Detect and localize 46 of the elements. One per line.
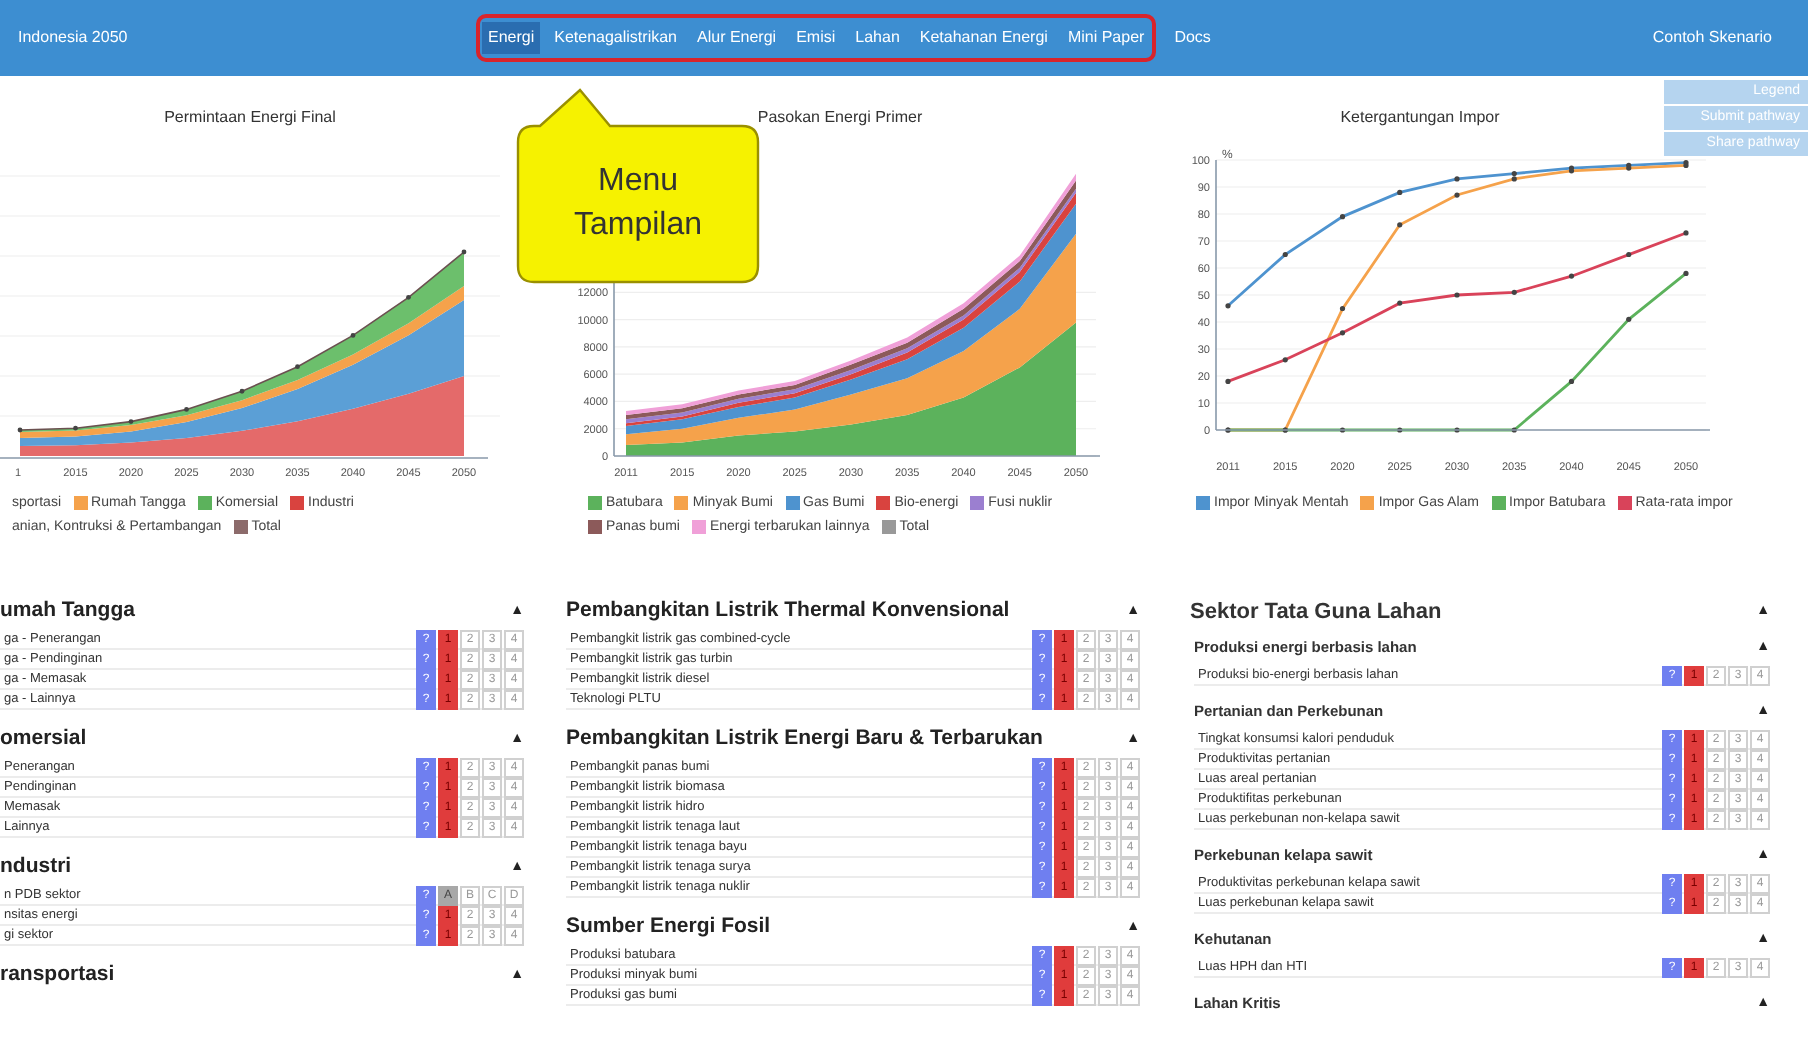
- data-point: [1454, 192, 1460, 198]
- data-point: [1397, 427, 1403, 433]
- nav-tab[interactable]: Mini Paper: [1061, 22, 1151, 54]
- scenario-link[interactable]: Contoh Skenario: [1652, 26, 1772, 50]
- chart-title: Permintaan Energi Final: [162, 108, 338, 128]
- data-point: [1225, 303, 1231, 309]
- data-point: [1626, 251, 1632, 258]
- data-point: [1339, 427, 1346, 433]
- section-title: ransportasi: [0, 960, 115, 991]
- section-title: omersial: [0, 724, 87, 755]
- section-title: Sektor Tata Guna Lahan: [1190, 597, 1442, 628]
- section-title: Pembangkitan Listrik Thermal Konvensional: [566, 596, 1010, 627]
- data-point: [1511, 289, 1517, 295]
- data-point: [1454, 176, 1460, 182]
- data-point: [1454, 292, 1460, 298]
- nav-link[interactable]: Docs: [1174, 26, 1211, 50]
- data-point: [1282, 251, 1288, 258]
- nav-tab[interactable]: Ketenagalistrikan: [548, 22, 683, 54]
- data-point: [1225, 378, 1231, 384]
- data-point: [1339, 330, 1346, 336]
- section-title: umah Tangga: [0, 596, 135, 627]
- section-title: Sumber Energi Fosil: [566, 912, 771, 943]
- section-title: ndustri: [0, 852, 72, 883]
- data-point: [1397, 222, 1403, 228]
- data-point: [1683, 270, 1689, 276]
- chart-title: Ketergantungan Impor: [1338, 108, 1502, 128]
- data-point: [1454, 427, 1460, 433]
- data-point: [1339, 214, 1346, 220]
- nav-tab[interactable]: Emisi: [790, 22, 842, 54]
- data-point: [1626, 316, 1632, 322]
- data-point: [1397, 300, 1403, 306]
- nav-tab[interactable]: Alur Energi: [691, 22, 783, 54]
- app-title: Indonesia 2050: [16, 26, 130, 50]
- nav-tab[interactable]: Lahan: [849, 22, 906, 54]
- nav-tab[interactable]: Energi: [482, 22, 541, 54]
- chart-title: Pasokan Energi Primer: [755, 108, 925, 128]
- section-title: Pembangkitan Listrik Energi Baru & Terbarukan: [566, 724, 1043, 755]
- data-point: [1282, 357, 1288, 363]
- nav-tab[interactable]: Ketahanan Energi: [913, 22, 1054, 54]
- data-point: [1339, 305, 1346, 312]
- data-point: [1511, 427, 1517, 433]
- data-point: [1683, 230, 1689, 236]
- callout-text: Menu Tampilan: [571, 162, 705, 246]
- data-point: [1397, 189, 1403, 195]
- data-point: [1568, 273, 1575, 279]
- data-point: [1568, 378, 1575, 384]
